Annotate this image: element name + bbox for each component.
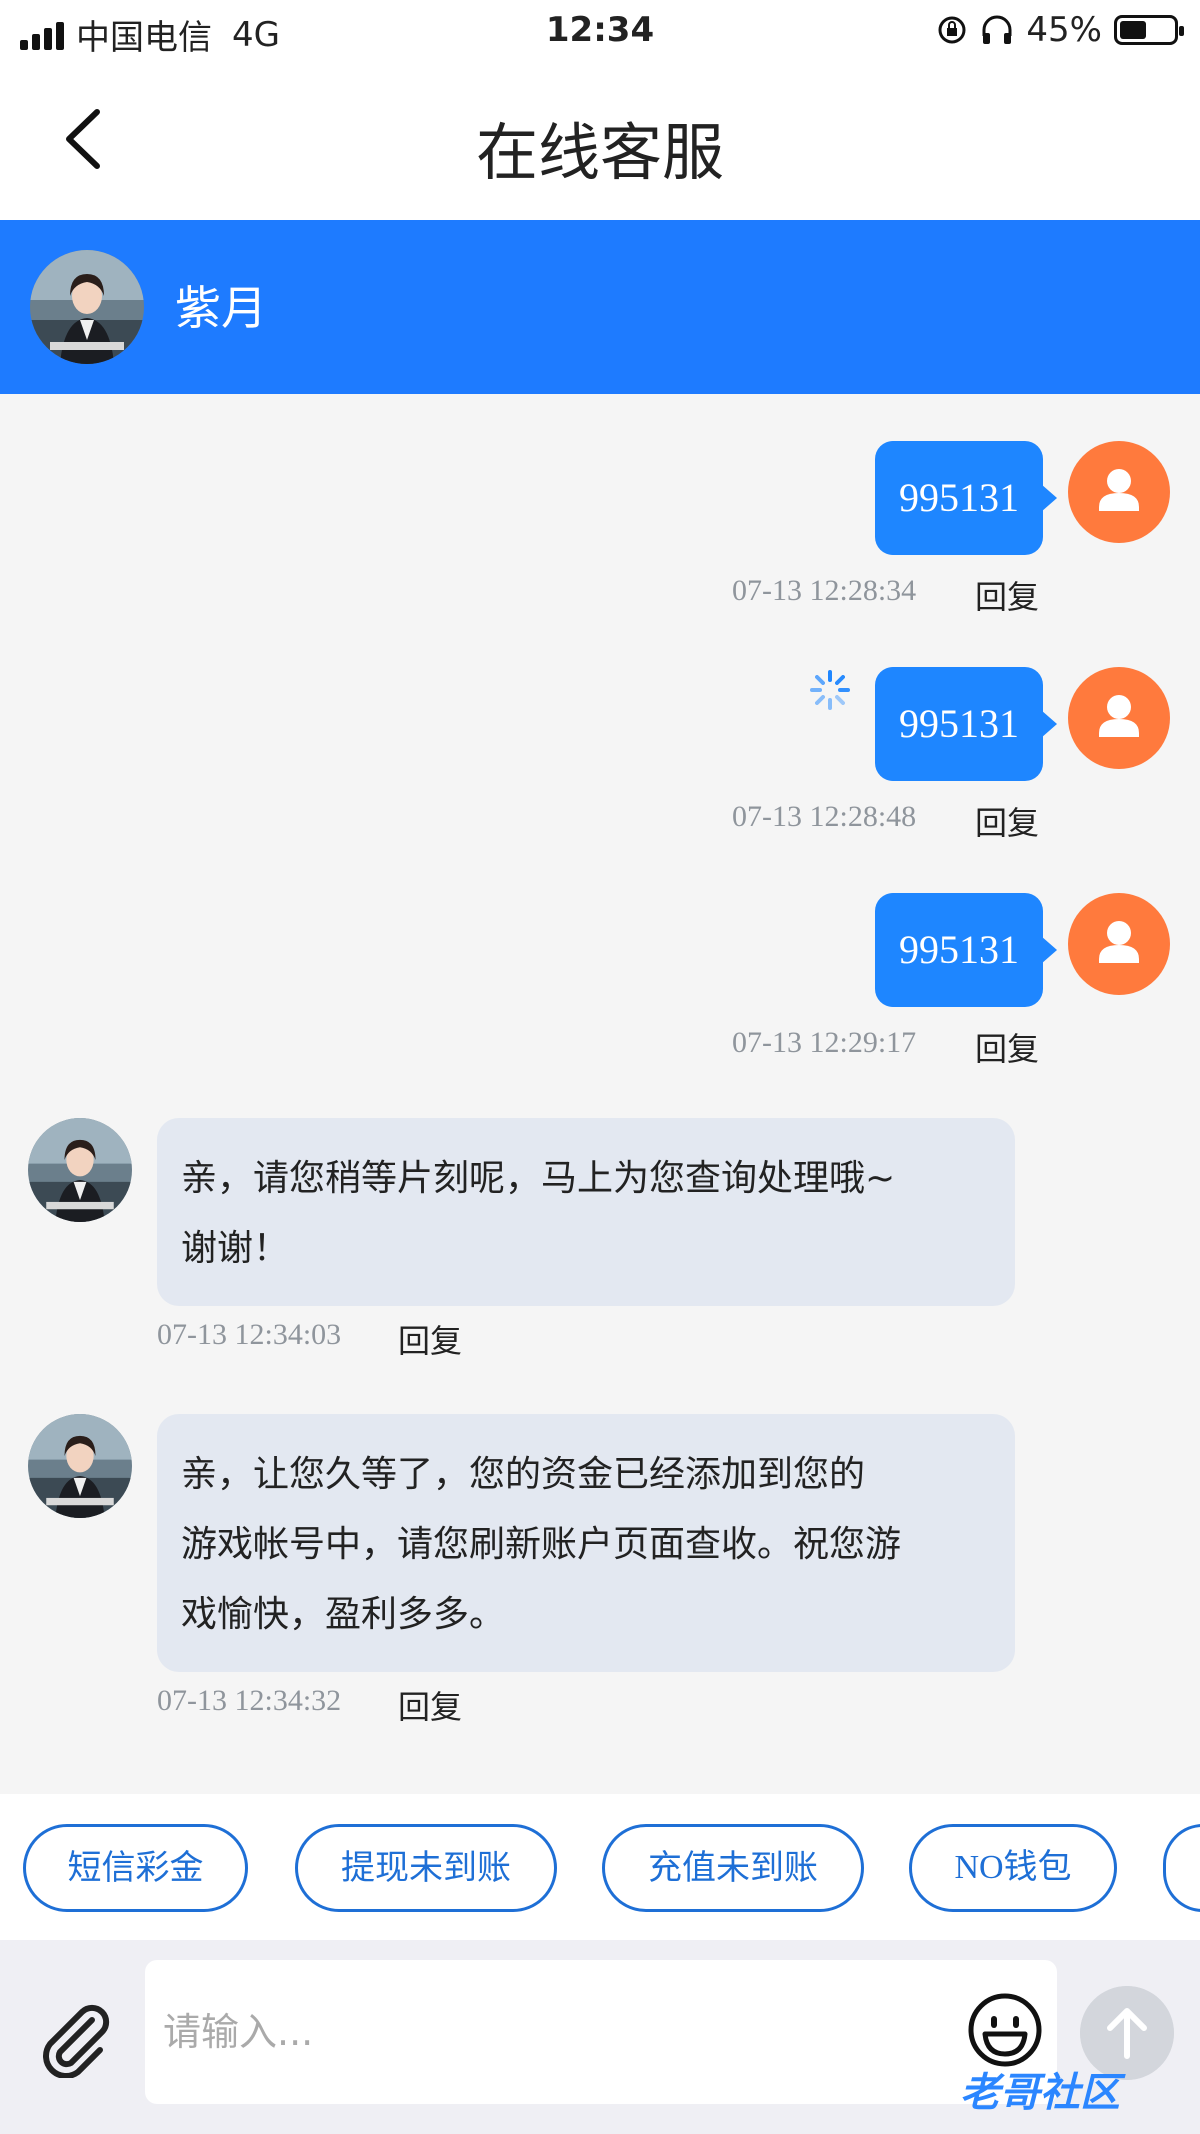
user-bubble[interactable]: 995131	[875, 893, 1057, 1007]
reply-link[interactable]: 回复	[975, 798, 1039, 844]
quick-reply-chip-partial[interactable]	[1163, 1824, 1200, 1912]
user-bubble[interactable]: 995131	[875, 667, 1057, 781]
message-input[interactable]	[145, 1960, 1057, 2104]
agent-avatar	[28, 1118, 132, 1222]
status-right: 45%	[936, 10, 1184, 50]
nav-bar: 在线客服	[0, 62, 1200, 220]
message-line: 亲，请您稍等片刻呢，马上为您查询处理哦~	[181, 1158, 896, 1199]
message-time: 07-13 12:29:17	[732, 1026, 917, 1059]
reply-link[interactable]: 回复	[975, 1024, 1039, 1070]
agent-name: 紫月	[175, 281, 267, 335]
battery-icon	[1114, 15, 1184, 45]
user-bubble[interactable]: 995131	[875, 441, 1057, 555]
agent-bubble[interactable]: 亲，让您久等了，您的资金已经添加到您的 游戏帐号中，请您刷新账户页面查收。祝您游…	[157, 1414, 1015, 1672]
quick-reply-chip[interactable]: 短信彩金	[23, 1824, 248, 1912]
reply-link[interactable]: 回复	[398, 1316, 462, 1362]
page-title: 在线客服	[475, 116, 724, 189]
status-bar: 中国电信 4G 12:34 45%	[0, 0, 1200, 62]
message-time: 07-13 12:28:34	[732, 574, 917, 607]
message-line: 游戏帐号中，请您刷新账户页面查收。祝您游	[181, 1524, 902, 1565]
battery-percent: 45%	[1026, 10, 1102, 50]
message-time: 07-13 12:34:03	[157, 1318, 342, 1351]
user-avatar-icon	[1068, 667, 1170, 769]
quick-reply-chip[interactable]: 充值未到账	[602, 1824, 864, 1912]
reply-link[interactable]: 回复	[398, 1682, 462, 1728]
message-line: 亲，让您久等了，您的资金已经添加到您的	[181, 1454, 866, 1495]
quick-reply-chip[interactable]: NO钱包	[909, 1824, 1117, 1912]
user-avatar-icon	[1068, 441, 1170, 543]
agent-header: 紫月	[0, 220, 1200, 394]
input-bar: 老哥社区	[0, 1940, 1200, 2134]
user-avatar-icon	[1068, 893, 1170, 995]
headphones-icon	[982, 15, 1012, 44]
reply-link[interactable]: 回复	[975, 572, 1039, 618]
chat-area[interactable]: 995131 07-13 12:28:34 回复 995131 07-13 12…	[0, 394, 1200, 1794]
message-time: 07-13 12:34:32	[157, 1684, 342, 1717]
agent-avatar	[30, 250, 144, 364]
message-time: 07-13 12:28:48	[732, 800, 917, 833]
paperclip-icon[interactable]	[34, 1998, 114, 2078]
message-line: 谢谢！	[181, 1228, 290, 1269]
watermark-logo: 老哥社区	[960, 2070, 1120, 2116]
loading-spinner-icon	[810, 670, 850, 710]
message-line: 戏愉快，盈利多多。	[181, 1594, 506, 1635]
quick-reply-bar[interactable]: 短信彩金 提现未到账 充值未到账 NO钱包	[0, 1794, 1200, 1940]
rotation-lock-icon	[938, 16, 966, 44]
agent-avatar	[28, 1414, 132, 1518]
quick-reply-chip[interactable]: 提现未到账	[295, 1824, 557, 1912]
emoji-icon[interactable]	[965, 1990, 1045, 2070]
agent-bubble[interactable]: 亲，请您稍等片刻呢，马上为您查询处理哦~ 谢谢！	[157, 1118, 1015, 1306]
